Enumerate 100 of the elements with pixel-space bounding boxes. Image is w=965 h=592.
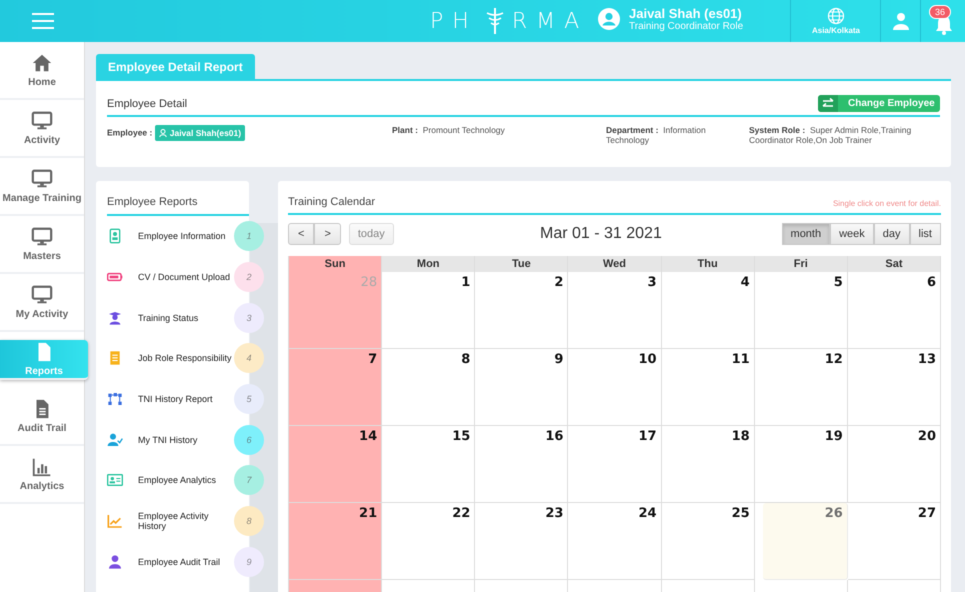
- weekday-header: Thu: [662, 256, 755, 272]
- day-cell[interactable]: 2: [475, 272, 568, 349]
- day-number: 28: [360, 275, 378, 290]
- day-cell[interactable]: 9: [475, 349, 568, 426]
- day-cell[interactable]: 24: [568, 503, 662, 580]
- day-cell[interactable]: 25: [662, 503, 755, 580]
- report-link[interactable]: Training Status: [138, 312, 234, 323]
- day-cell[interactable]: 18: [662, 426, 755, 503]
- day-number: 4: [740, 275, 750, 290]
- view-tab[interactable]: week: [830, 223, 874, 245]
- day-cell[interactable]: 21: [289, 503, 382, 580]
- day-cell[interactable]: 1: [382, 272, 476, 349]
- day-cell[interactable]: 13: [848, 349, 941, 426]
- day-cell[interactable]: 15: [382, 426, 476, 503]
- number-badge: 3: [234, 302, 264, 333]
- day-cell[interactable]: 14: [289, 426, 382, 503]
- number-badge: 2: [234, 262, 264, 292]
- network-icon: [107, 391, 123, 408]
- day-number: 23: [545, 506, 564, 521]
- monitor-icon: [31, 168, 53, 190]
- next-button[interactable]: >: [314, 223, 341, 245]
- sidebar-label: Home: [28, 77, 56, 88]
- day-cell[interactable]: 3: [568, 272, 662, 349]
- day-cell[interactable]: 6: [848, 272, 941, 349]
- field-text: Department : Information Technology: [606, 125, 707, 145]
- sidebar-item[interactable]: Audit Trail: [0, 388, 84, 446]
- trend-chart-icon: [107, 513, 123, 530]
- day-number: 5: [834, 275, 843, 290]
- section-title: Employee Detail: [107, 98, 188, 110]
- day-cell[interactable]: 27: [848, 503, 941, 580]
- day-number: 17: [638, 429, 657, 444]
- day-cell[interactable]: 23: [475, 503, 568, 580]
- day-number: 25: [732, 506, 750, 521]
- view-tab[interactable]: month: [782, 223, 830, 245]
- employee-badge: Jaival Shah(es01): [154, 125, 246, 141]
- sidebar-label: Activity: [24, 135, 60, 146]
- panel-title: Training Calendar: [288, 196, 376, 208]
- day-cell[interactable]: 10: [568, 349, 662, 426]
- report-link[interactable]: Employee Activity History: [138, 511, 234, 532]
- day-number: 10: [638, 352, 657, 367]
- day-number: 2: [554, 275, 564, 290]
- sidebar-item[interactable]: Manage Training: [0, 158, 84, 216]
- report-link[interactable]: CV / Document Upload: [138, 272, 234, 282]
- field-text: Plant : Promount Technology: [392, 125, 506, 137]
- day-cell[interactable]: 5: [754, 272, 848, 349]
- sidebar-item[interactable]: Home: [0, 42, 84, 100]
- day-cell[interactable]: 8: [382, 349, 476, 426]
- menu-icon[interactable]: [32, 12, 54, 30]
- prev-button[interactable]: <: [288, 223, 314, 245]
- panel-title: Employee Reports: [107, 181, 249, 216]
- report-link[interactable]: TNI History Report: [138, 394, 234, 404]
- day-cell[interactable]: 12: [754, 349, 848, 426]
- user-icon[interactable]: [892, 12, 910, 30]
- user-icon: [158, 129, 167, 137]
- day-cell[interactable]: 19: [754, 426, 848, 503]
- day-number: 6: [926, 275, 936, 290]
- sidebar-item[interactable]: My Activity: [0, 274, 84, 332]
- sidebar-item[interactable]: Activity: [0, 100, 84, 158]
- day-number: 14: [359, 429, 378, 444]
- day-number: 26: [824, 506, 843, 521]
- day-cell[interactable]: 7: [289, 349, 382, 426]
- field-text: System Role : Super Admin Role,Training Coordinator Role,On Job Trainer: [749, 125, 912, 145]
- number-badge: 6: [234, 424, 264, 455]
- day-cell[interactable]: 16: [475, 426, 568, 503]
- user-role: Training Coordinator Role: [629, 21, 744, 32]
- day-cell[interactable]: 20: [848, 426, 941, 503]
- graduate-icon: [107, 310, 123, 326]
- sidebar-label: Analytics: [20, 481, 64, 492]
- day-cell[interactable]: 26: [762, 503, 848, 580]
- day-number: 27: [918, 506, 936, 521]
- report-link[interactable]: Employee Analytics: [138, 475, 234, 486]
- sidebar-label: Manage Training: [2, 193, 82, 204]
- view-tab[interactable]: day: [874, 223, 910, 245]
- view-tab[interactable]: list: [910, 223, 941, 245]
- notification-badge: 36: [929, 5, 952, 19]
- number-badge: 7: [234, 465, 264, 496]
- avatar-icon[interactable]: [598, 8, 620, 30]
- number-badge: 4: [234, 343, 264, 374]
- day-cell[interactable]: 4: [662, 272, 755, 349]
- day-cell[interactable]: 22: [382, 503, 476, 580]
- globe-icon[interactable]: [827, 7, 845, 25]
- sidebar-label: Audit Trail: [18, 423, 66, 434]
- hint-text: Single click on event for detail.: [832, 199, 941, 208]
- sidebar-item[interactable]: Analytics: [0, 446, 84, 504]
- report-link[interactable]: Employee Audit Trail: [138, 556, 234, 567]
- report-link[interactable]: My TNI History: [138, 434, 234, 445]
- day-cell[interactable]: 17: [568, 426, 662, 503]
- swap-icon: [818, 95, 838, 112]
- day-cell[interactable]: 11: [662, 349, 755, 426]
- day-number: 7: [368, 352, 378, 367]
- day-number: 9: [554, 352, 564, 367]
- sidebar-item[interactable]: Masters: [0, 216, 84, 274]
- date-range: Mar 01 - 31 2021: [540, 225, 662, 243]
- sidebar-label: Reports: [25, 366, 63, 377]
- day-number: 19: [824, 429, 843, 444]
- report-link[interactable]: Job Role Responsibility: [138, 353, 234, 364]
- day-number: 18: [732, 429, 750, 444]
- weekday-header: Tue: [475, 256, 568, 272]
- report-link[interactable]: Employee Information: [138, 231, 234, 242]
- logo-text: RMA: [512, 8, 588, 34]
